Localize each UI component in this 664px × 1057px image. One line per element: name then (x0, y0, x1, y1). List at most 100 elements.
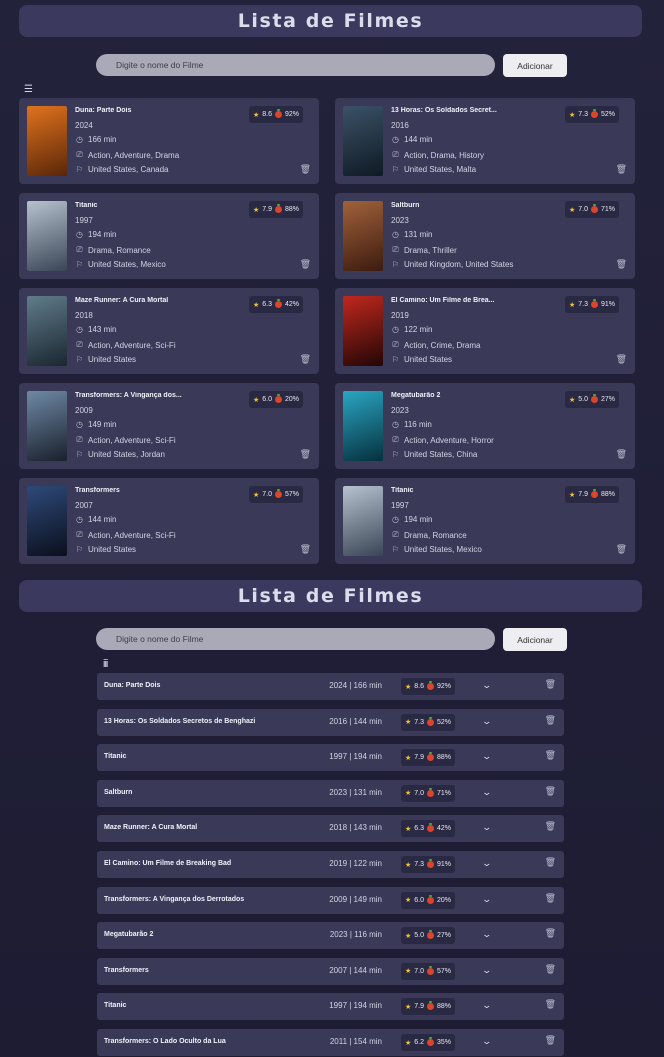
flag-icon: ⚐ (391, 260, 400, 269)
movie-list-row[interactable]: 13 Horas: Os Soldados Secretos de Bengha… (97, 708, 564, 736)
rating-badge: ★ 7.3 52% (564, 106, 619, 123)
movie-card[interactable]: Titanic 1997 ◷ 194 min ⎚ Drama, Romance ⚐ Unite… (335, 478, 635, 564)
movie-list-row[interactable]: Duna: Parte Dois 2024 | 166 min ★ 8.6 92% ⌄ 🗑 (97, 673, 564, 700)
trash-icon[interactable]: 🗑 (545, 821, 556, 832)
movie-card[interactable]: 13 Horas: Os Soldados Secret... 2016 ◷ 144 … (335, 98, 635, 184)
movie-list-row[interactable]: Saltburn 2023 | 131 min ★ 7.0 71% ⌄ 🗑 (97, 779, 564, 807)
trash-icon[interactable]: 🗑 (545, 715, 556, 726)
movie-countries: United Kingdom, United States (404, 260, 514, 269)
trash-icon[interactable]: 🗑 (300, 354, 311, 365)
rotten-tomatoes-score: 52% (600, 111, 615, 118)
movie-genres: Action, Adventure, Drama (88, 150, 180, 160)
chevron-down-icon[interactable]: ⌄ (481, 858, 492, 869)
rotten-tomatoes-score: 71% (437, 789, 452, 797)
movie-list-row[interactable]: Transformers: O Lado Oculto da Lua 2011 |… (97, 1029, 564, 1056)
movie-genres-line: ⎚ Drama, Thriller (391, 245, 456, 255)
movie-title: Duna: Parte Dois (75, 107, 132, 114)
add-button[interactable]: Adicionar (503, 54, 567, 77)
trash-icon[interactable]: 🗑 (545, 857, 556, 868)
trash-icon[interactable]: 🗑 (545, 750, 556, 761)
film-camera-icon: ⎚ (76, 530, 83, 539)
star-icon: ★ (568, 206, 576, 214)
chevron-down-icon[interactable]: ⌄ (481, 822, 492, 833)
movie-title: 13 Horas: Os Soldados Secretos de Bengha… (104, 717, 256, 725)
movie-countries: United States, Jordan (88, 450, 165, 459)
clock-icon: ◷ (392, 135, 399, 144)
movie-runtime: 143 min (88, 325, 117, 334)
trash-icon[interactable]: 🗑 (545, 999, 556, 1010)
chevron-down-icon[interactable]: ⌄ (481, 787, 492, 798)
trash-icon[interactable]: 🗑 (616, 259, 627, 270)
trash-icon[interactable]: 🗑 (545, 893, 556, 904)
movie-card[interactable]: Transformers: A Vingança dos... 2009 ◷ 149 … (19, 383, 319, 469)
movie-runtime: 149 min (88, 420, 117, 429)
search-input[interactable] (96, 628, 495, 650)
tomato-icon (590, 204, 598, 213)
chevron-down-icon[interactable]: ⌄ (481, 680, 492, 691)
chevron-down-icon[interactable]: ⌄ (481, 929, 492, 940)
movie-list-row[interactable]: Transformers 2007 | 144 min ★ 7.0 57% ⌄ 🗑 (97, 957, 564, 985)
movie-card[interactable]: El Camino: Um Filme de Brea... 2019 ◷ 122 m… (335, 288, 635, 374)
trash-icon[interactable]: 🗑 (300, 259, 311, 270)
trash-icon[interactable]: 🗑 (545, 928, 556, 939)
trash-icon[interactable]: 🗑 (545, 679, 556, 690)
rating-badge: ★ 7.9 88% (401, 998, 456, 1016)
movie-year: 2009 (75, 406, 93, 415)
chevron-down-icon[interactable]: ⌄ (481, 965, 492, 976)
trash-icon[interactable]: 🗑 (616, 449, 627, 460)
trash-icon[interactable]: 🗑 (300, 164, 311, 175)
movie-poster (27, 391, 67, 461)
movie-list-row[interactable]: Transformers: A Vingança dos Derrotados 2… (97, 886, 564, 914)
movie-card[interactable]: Transformers 2007 ◷ 144 min ⎚ Action, Adventu… (19, 478, 319, 564)
film-camera-icon: ⎚ (392, 340, 399, 349)
chevron-down-icon[interactable]: ⌄ (481, 751, 492, 762)
clock-icon: ◷ (76, 420, 83, 429)
tomato-icon (427, 859, 435, 868)
movie-list-row[interactable]: Maze Runner: A Cura Mortal 2018 | 143 min… (97, 815, 564, 843)
movie-list-row[interactable]: Titanic 1997 | 194 min ★ 7.9 88% ⌄ 🗑 (97, 744, 564, 772)
imdb-rating: 7.9 (414, 754, 425, 762)
trash-icon[interactable]: 🗑 (545, 1035, 556, 1046)
movie-year: 2018 (75, 311, 93, 320)
tomato-icon (427, 787, 435, 797)
trash-icon[interactable]: 🗑 (545, 786, 556, 797)
search-input[interactable] (96, 54, 495, 76)
movie-list-row[interactable]: Titanic 1997 | 194 min ★ 7.9 88% ⌄ 🗑 (97, 993, 564, 1021)
movie-list-row[interactable]: Megatubarão 2 2023 | 116 min ★ 5.0 27% ⌄ 🗑 (97, 922, 564, 950)
trash-icon[interactable]: 🗑 (616, 544, 627, 555)
movie-card[interactable]: Maze Runner: A Cura Mortal 2018 ◷ 143 min ⎚ A… (19, 288, 319, 374)
trash-icon[interactable]: 🗑 (300, 544, 311, 555)
grid-view-toggle-icon[interactable]: iii (103, 659, 108, 670)
star-icon: ★ (405, 932, 412, 940)
tomato-icon (427, 1037, 435, 1046)
rotten-tomatoes-score: 42% (437, 825, 452, 833)
tomato-icon (427, 930, 435, 940)
movie-runtime-line: ◷ 116 min (391, 420, 432, 429)
trash-icon[interactable]: 🗑 (545, 964, 556, 975)
movie-year: 2019 (391, 311, 409, 320)
rating-badge: ★ 7.9 88% (401, 749, 456, 767)
chevron-down-icon[interactable]: ⌄ (481, 1036, 492, 1047)
chevron-down-icon[interactable]: ⌄ (481, 894, 492, 905)
trash-icon[interactable]: 🗑 (616, 164, 627, 175)
movie-card[interactable]: Saltburn 2023 ◷ 131 min ⎚ Drama, Thriller ⚐ Uni… (335, 193, 635, 279)
trash-icon[interactable]: 🗑 (616, 354, 627, 365)
trash-icon[interactable]: 🗑 (300, 449, 311, 460)
movie-genres: Drama, Romance (404, 530, 467, 540)
chevron-down-icon[interactable]: ⌄ (481, 716, 492, 727)
movie-card[interactable]: Duna: Parte Dois 2024 ◷ 166 min ⎚ Action, Adv… (19, 98, 319, 184)
list-view-toggle-icon[interactable]: ☰ (24, 85, 33, 95)
chevron-down-icon[interactable]: ⌄ (481, 1000, 492, 1011)
star-icon: ★ (405, 754, 412, 762)
imdb-rating: 5.0 (578, 396, 588, 403)
movie-list-row[interactable]: El Camino: Um Filme de Breaking Bad 2019 … (97, 851, 564, 878)
movie-runtime-line: ◷ 166 min (75, 135, 116, 144)
movie-countries: United States (88, 545, 137, 554)
add-button[interactable]: Adicionar (503, 628, 567, 651)
movie-card[interactable]: Titanic 1997 ◷ 194 min ⎚ Drama, Romance ⚐ Unite… (19, 193, 319, 279)
star-icon: ★ (568, 111, 576, 119)
movie-card[interactable]: Megatubarão 2 2023 ◷ 116 min ⎚ Action, Advent… (335, 383, 635, 469)
star-icon: ★ (568, 301, 576, 309)
movie-countries-line: ⚐ United States, Jordan (75, 450, 165, 459)
movie-runtime-line: ◷ 194 min (75, 230, 116, 239)
